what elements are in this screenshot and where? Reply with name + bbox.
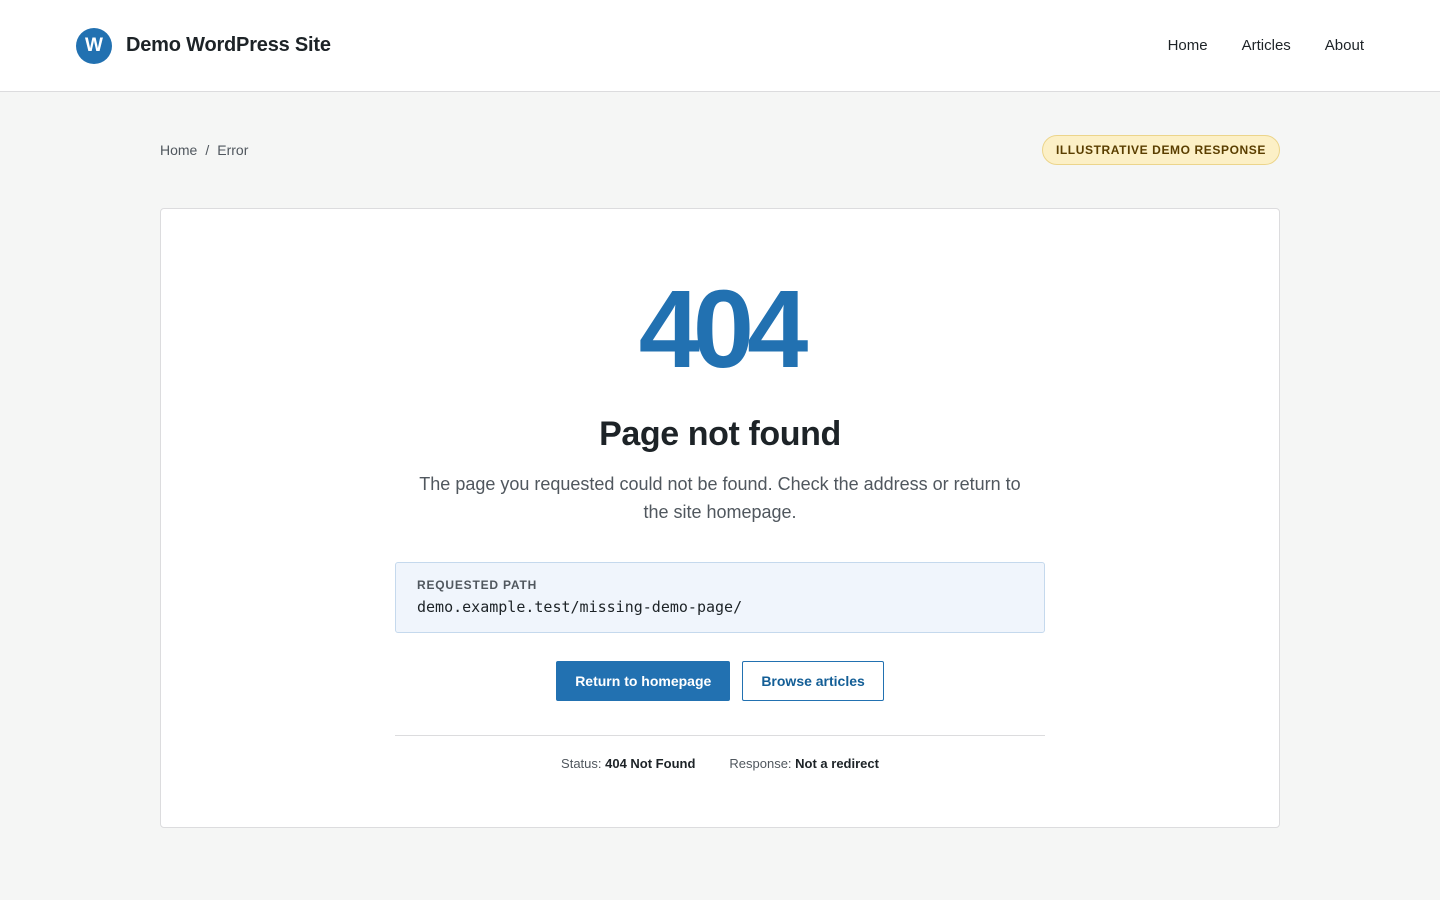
main-content: Home / Error ILLUSTRATIVE DEMO RESPONSE …	[160, 92, 1280, 828]
error-title: Page not found	[599, 415, 841, 453]
requested-path-box: REQUESTED PATH demo.example.test/missing…	[395, 562, 1045, 633]
response-meta-item: Response: Not a redirect	[729, 756, 879, 771]
demo-response-badge: ILLUSTRATIVE DEMO RESPONSE	[1041, 135, 1280, 165]
error-actions: Return to homepage Browse articles	[556, 661, 884, 701]
status-value: 404 Not Found	[605, 756, 696, 771]
error-code: 404	[638, 268, 809, 391]
site-title[interactable]: Demo WordPress Site	[126, 34, 331, 57]
nav-home-link[interactable]: Home	[1168, 37, 1208, 54]
site-header: W Demo WordPress Site Home Articles Abou…	[0, 0, 1440, 92]
status-label: Status:	[561, 756, 606, 771]
response-value: Not a redirect	[795, 756, 879, 771]
response-label: Response:	[729, 756, 796, 771]
breadcrumb-home-link[interactable]: Home	[160, 142, 197, 158]
breadcrumb-current: Error	[217, 142, 249, 158]
divider	[395, 735, 1045, 736]
breadcrumb: Home / Error	[160, 142, 248, 158]
error-message: The page you requested could not be foun…	[419, 474, 1021, 522]
requested-path-label: REQUESTED PATH	[417, 578, 538, 592]
error-card: 404 Page not found The page you requeste…	[160, 208, 1280, 828]
main-nav: Home Articles About	[1168, 37, 1364, 54]
status-meta: Status: 404 Not Found	[561, 756, 695, 771]
response-meta: Status: 404 Not Found Response: Not a re…	[561, 756, 879, 771]
requested-path-value: demo.example.test/missing-demo-page/	[417, 598, 743, 616]
topbar: Home / Error ILLUSTRATIVE DEMO RESPONSE	[160, 92, 1280, 208]
breadcrumb-separator: /	[205, 142, 210, 158]
browse-articles-button[interactable]: Browse articles	[742, 661, 884, 701]
nav-articles-link[interactable]: Articles	[1242, 37, 1291, 54]
site-logo[interactable]: W	[76, 27, 112, 64]
site-brand[interactable]: W Demo WordPress Site	[76, 27, 331, 64]
nav-about-link[interactable]: About	[1325, 37, 1364, 54]
return-to-homepage-button[interactable]: Return to homepage	[556, 661, 731, 701]
